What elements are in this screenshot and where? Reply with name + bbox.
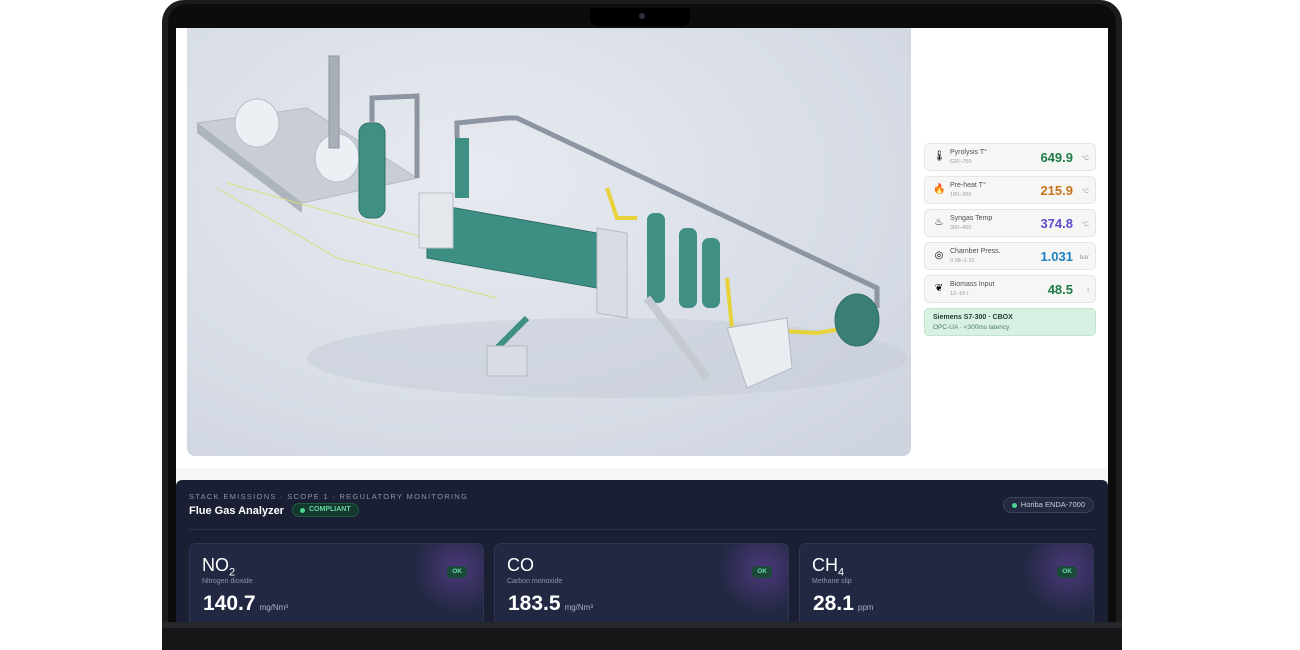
sensor-value: 1.031 [1040, 249, 1073, 264]
sensor-range: 0.98–1.10 [950, 258, 975, 264]
gas-formula: CH4 [812, 555, 845, 579]
sensor-range: 620–750 [950, 159, 972, 165]
flame-icon: 🔥 [933, 184, 946, 195]
sensor-name: Syngas Temp [950, 215, 993, 222]
sensor-unit: °C [1081, 221, 1089, 228]
gas-card-no2[interactable]: NO2 Nitrogen dioxide OK 140.7 mg/Nm³ [189, 543, 484, 622]
gas-reading: 183.5 mg/Nm³ [508, 592, 594, 615]
sensor-range: 12–16 t [950, 291, 969, 297]
sensor-name: Pyrolysis T° [950, 149, 987, 156]
card-glow [1023, 544, 1093, 614]
sensor-value: 649.9 [1040, 150, 1073, 165]
pyrolysis-plant-illustration [195, 55, 907, 398]
section-eyebrow: STACK EMISSIONS · SCOPE 1 · REGULATORY M… [189, 492, 469, 501]
sensor-card-preheat[interactable]: 🔥 Pre-heat T° 180–260 215.9 °C [924, 176, 1096, 204]
status-badge: OK [752, 566, 772, 578]
plc-title: Siemens S7-300 · CBOX [933, 314, 1013, 321]
divider [189, 529, 1095, 530]
sensor-value: 374.8 [1040, 216, 1073, 231]
sensor-card-pyrolysis[interactable]: 🌡 Pyrolysis T° 620–750 649.9 °C [924, 143, 1096, 171]
sensor-value: 48.5 [1047, 282, 1073, 297]
plc-subtitle: OPC-UA · <300ms latency [933, 324, 1010, 331]
sensor-name: Chamber Press. [950, 248, 1001, 255]
sensor-value: 215.9 [1040, 183, 1073, 198]
thermometer-icon: 🌡 [933, 151, 946, 162]
gauge-icon: ◎ [934, 250, 944, 261]
sensor-range: 300–450 [950, 225, 972, 231]
flue-gas-analyzer-panel: STACK EMISSIONS · SCOPE 1 · REGULATORY M… [176, 480, 1108, 622]
sensor-name: Pre-heat T° [950, 182, 986, 189]
app-screen: 🌡 Pyrolysis T° 620–750 649.9 °C 🔥 Pre-he… [176, 28, 1108, 622]
gas-formula: CO [507, 555, 534, 575]
sensor-unit: bar [1079, 254, 1089, 261]
gas-formula: NO2 [202, 555, 236, 579]
status-dot-icon [1011, 503, 1017, 508]
sensor-readout-panel: 🌡 Pyrolysis T° 620–750 649.9 °C 🔥 Pre-he… [924, 143, 1096, 336]
plant-3d-viewport[interactable] [187, 28, 911, 456]
gas-reading: 28.1 ppm [813, 592, 874, 615]
compliance-label: COMPLIANT [309, 506, 351, 513]
sensor-name: Biomass Input [950, 281, 995, 288]
plant-view-area: 🌡 Pyrolysis T° 620–750 649.9 °C 🔥 Pre-he… [176, 28, 1108, 468]
gas-name: Nitrogen dioxide [202, 578, 253, 585]
sensor-range: 180–260 [950, 192, 972, 198]
sensor-unit: °C [1081, 155, 1089, 162]
gas-name: Methane slip [812, 578, 852, 585]
status-badge: OK [447, 566, 467, 578]
gas-name: Carbon monoxide [507, 578, 563, 585]
laptop-frame: 🌡 Pyrolysis T° 620–750 649.9 °C 🔥 Pre-he… [162, 0, 1122, 650]
gas-reading: 140.7 mg/Nm³ [203, 592, 289, 615]
device-label: Horiba ENDA-7000 [1020, 500, 1085, 509]
analyzer-device-chip[interactable]: Horiba ENDA-7000 [1002, 497, 1094, 513]
laptop-base [162, 622, 1122, 650]
sensor-unit: °C [1081, 188, 1089, 195]
camera-icon [639, 13, 645, 19]
sensor-card-biomass-input[interactable]: ❦ Biomass Input 12–16 t 48.5 t [924, 275, 1096, 303]
leaf-icon: ❦ [934, 283, 944, 294]
gas-card-co[interactable]: CO Carbon monoxide OK 183.5 mg/Nm³ [494, 543, 789, 622]
gas-card-ch4[interactable]: CH4 Methane slip OK 28.1 ppm [799, 543, 1094, 622]
panel-title: Flue Gas Analyzer [189, 505, 284, 517]
sensor-card-syngas[interactable]: ♨ Syngas Temp 300–450 374.8 °C [924, 209, 1096, 237]
card-glow [413, 544, 483, 614]
card-glow [718, 544, 788, 614]
sensor-unit: t [1087, 287, 1089, 294]
status-dot-icon [300, 508, 305, 513]
gas-icon: ♨ [934, 217, 944, 228]
sensor-card-chamber-pressure[interactable]: ◎ Chamber Press. 0.98–1.10 1.031 bar [924, 242, 1096, 270]
status-badge: OK [1057, 566, 1077, 578]
plc-connection-card: Siemens S7-300 · CBOX OPC-UA · <300ms la… [924, 308, 1096, 336]
compliance-badge: COMPLIANT [292, 503, 359, 517]
